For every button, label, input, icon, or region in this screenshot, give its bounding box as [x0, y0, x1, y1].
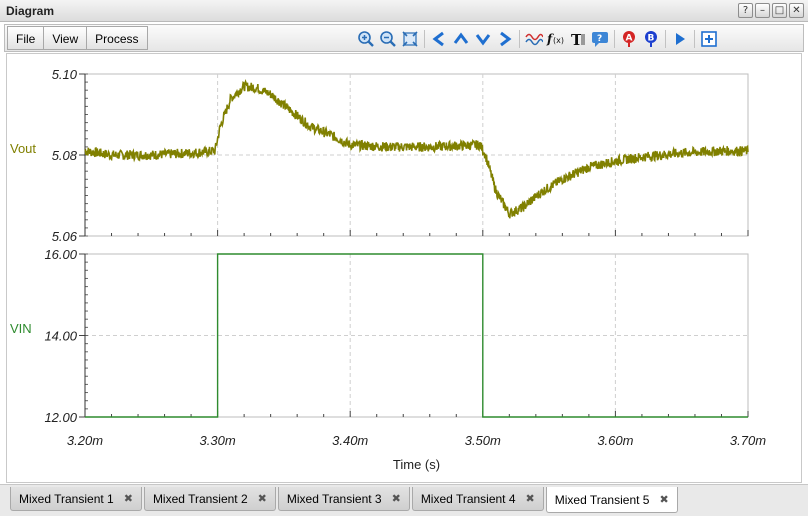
tab-mixed-transient-5[interactable]: Mixed Transient 5 ✖ [545, 487, 678, 513]
x-tick-label: 3.50m [465, 433, 501, 448]
x-tick-label: 3.40m [332, 433, 368, 448]
y-tick-label: 14.00 [44, 329, 77, 344]
y-tick-label: 5.08 [52, 148, 78, 163]
series-label: Vout [10, 141, 36, 156]
y-tick-label: 5.10 [52, 67, 78, 82]
x-axis-label: Time (s) [393, 457, 440, 472]
series-label: VIN [10, 321, 32, 336]
y-tick-label: 12.00 [44, 410, 77, 425]
close-tab-icon[interactable]: ✖ [392, 488, 401, 510]
close-tab-icon[interactable]: ✖ [124, 488, 133, 510]
tab-label: Mixed Transient 2 [152, 491, 248, 506]
tab-mixed-transient-4[interactable]: Mixed Transient 4 ✖ [411, 487, 544, 511]
close-tab-icon[interactable]: ✖ [659, 489, 668, 511]
x-tick-label: 3.60m [597, 433, 633, 448]
tab-mixed-transient-1[interactable]: Mixed Transient 1 ✖ [10, 487, 142, 511]
y-tick-label: 5.06 [52, 229, 78, 244]
tab-label: Mixed Transient 5 [554, 492, 650, 507]
close-tab-icon[interactable]: ✖ [258, 488, 267, 510]
tab-label: Mixed Transient 4 [420, 491, 516, 506]
tab-mixed-transient-3[interactable]: Mixed Transient 3 ✖ [277, 487, 410, 511]
x-tick-label: 3.30m [200, 433, 236, 448]
transient-chart[interactable]: 5.06 5.08 5.10 Vout 12.00 14.00 16.00 VIN 3.20m 3… [0, 0, 808, 484]
tab-bar: Mixed Transient 1 ✖ Mixed Transient 2 ✖ … [0, 484, 808, 516]
x-tick-label: 3.70m [730, 433, 766, 448]
y-tick-label: 16.00 [44, 247, 77, 262]
tab-label: Mixed Transient 3 [286, 491, 382, 506]
tab-list: Mixed Transient 1 ✖ Mixed Transient 2 ✖ … [10, 487, 678, 513]
tab-mixed-transient-2[interactable]: Mixed Transient 2 ✖ [143, 487, 276, 511]
tab-label: Mixed Transient 1 [19, 491, 114, 506]
close-tab-icon[interactable]: ✖ [526, 488, 535, 510]
x-tick-label: 3.20m [67, 433, 103, 448]
